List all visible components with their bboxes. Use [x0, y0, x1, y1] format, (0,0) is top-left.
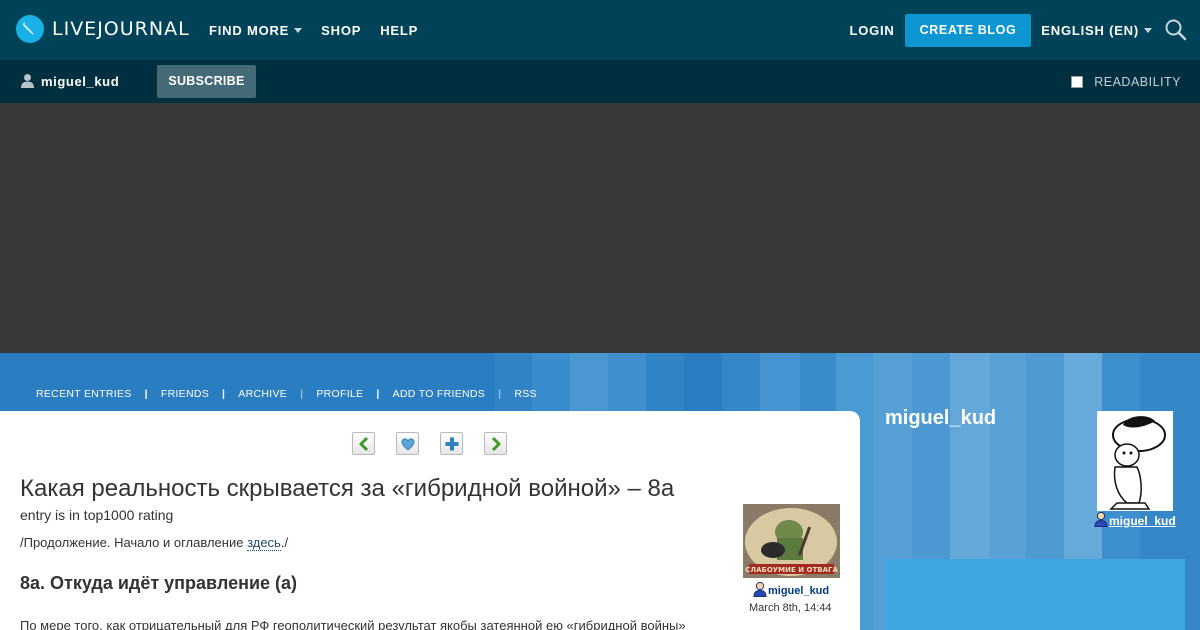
- nav-help[interactable]: HELP: [380, 23, 418, 38]
- language-label: ENGLISH (EN): [1041, 22, 1139, 38]
- journal-nav: RECENT ENTRIES | FRIENDS | ARCHIVE | PRO…: [36, 388, 537, 400]
- entry-action-buttons: [352, 432, 528, 455]
- readability-toggle[interactable]: READABILITY: [1071, 60, 1181, 103]
- add-icon[interactable]: [440, 432, 463, 455]
- userpic-caption: СЛАБОУМИЕ И ОТВАГА: [745, 566, 838, 574]
- language-selector[interactable]: ENGLISH (EN): [1041, 23, 1152, 38]
- top-header: LIVEJOURNAL FIND MORE SHOP HELP LOGIN CR…: [0, 0, 1200, 60]
- nav-separator: |: [144, 388, 148, 400]
- readability-checkbox[interactable]: [1071, 75, 1084, 88]
- create-blog-button[interactable]: CREATE BLOG: [904, 13, 1032, 47]
- search-icon[interactable]: [1164, 18, 1188, 42]
- nav-find-more-label: FIND MORE: [209, 22, 290, 38]
- entry-body: По мере того, как отрицательный для РФ г…: [20, 618, 686, 630]
- login-link[interactable]: LOGIN: [849, 23, 894, 38]
- continuation-link[interactable]: здесь: [247, 535, 281, 551]
- entry-date: March 8th, 14:44: [749, 602, 832, 614]
- nav-separator: |: [300, 388, 304, 400]
- main-nav: FIND MORE SHOP HELP: [209, 0, 437, 60]
- sidebar-journal-name[interactable]: miguel_kud: [885, 407, 996, 430]
- readability-label: READABILITY: [1094, 74, 1181, 89]
- entry-author-name: miguel_kud: [768, 584, 830, 597]
- entry-userpic[interactable]: СЛАБОУМИЕ И ОТВАГА: [743, 504, 840, 578]
- nav-shop[interactable]: SHOP: [321, 23, 361, 38]
- user-icon: [752, 581, 768, 600]
- entry-author[interactable]: miguel_kud: [752, 581, 829, 600]
- logo-text: LIVEJOURNAL: [52, 18, 190, 40]
- entry-rating: entry is in top1000 rating: [20, 507, 174, 523]
- journal-subbar: miguel_kud SUBSCRIBE READABILITY: [0, 60, 1200, 103]
- chevron-down-icon: [1144, 27, 1152, 33]
- subscribe-button[interactable]: SUBSCRIBE: [157, 65, 256, 98]
- sidebar-user-name: miguel_kud: [1109, 513, 1176, 528]
- user-icon: [20, 73, 35, 91]
- nav-recent-entries[interactable]: RECENT ENTRIES: [36, 388, 132, 400]
- continuation-suffix: ./: [280, 535, 289, 550]
- user-icon: [1093, 511, 1109, 530]
- livejournal-pencil-icon: [16, 15, 44, 43]
- nav-find-more[interactable]: FIND MORE: [209, 22, 303, 38]
- heart-icon[interactable]: [396, 432, 419, 455]
- nav-separator: |: [222, 388, 226, 400]
- nav-separator: |: [498, 388, 502, 400]
- journal-owner[interactable]: miguel_kud: [20, 60, 119, 103]
- nav-help-label: HELP: [380, 22, 419, 38]
- entry-title: Какая реальность скрывается за «гибридно…: [20, 475, 675, 502]
- next-arrow-icon[interactable]: [484, 432, 507, 455]
- sidebar-widget: [885, 559, 1185, 630]
- entry-subheading: 8а. Откуда идёт управление (а): [20, 573, 298, 593]
- nav-separator: |: [376, 388, 380, 400]
- nav-profile[interactable]: PROFILE: [316, 388, 363, 400]
- header-actions: LOGIN CREATE BLOG ENGLISH (EN): [849, 0, 1200, 60]
- ad-banner-area: [0, 103, 1200, 353]
- nav-rss[interactable]: RSS: [514, 388, 537, 400]
- entry-continuation: /Продолжение. Начало и оглавление здесь.…: [20, 535, 289, 551]
- journal-owner-name: miguel_kud: [41, 74, 120, 89]
- nav-friends[interactable]: FRIENDS: [161, 388, 209, 400]
- nav-archive[interactable]: ARCHIVE: [238, 388, 287, 400]
- chevron-down-icon: [294, 27, 303, 33]
- nav-add-to-friends[interactable]: ADD TO FRIENDS: [393, 388, 486, 400]
- continuation-prefix: /Продолжение. Начало и оглавление: [20, 535, 248, 550]
- prev-arrow-icon[interactable]: [352, 432, 375, 455]
- nav-shop-label: SHOP: [321, 22, 362, 38]
- sidebar-userpic[interactable]: [1097, 411, 1173, 511]
- livejournal-logo[interactable]: LIVEJOURNAL: [16, 15, 190, 43]
- sidebar-user-link[interactable]: miguel_kud: [1093, 511, 1176, 530]
